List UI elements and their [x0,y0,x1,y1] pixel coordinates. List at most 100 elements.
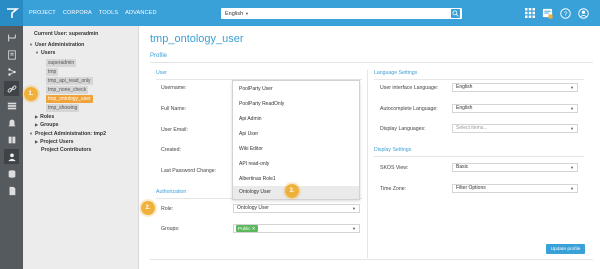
language-select[interactable]: English ▼ [221,8,462,19]
chevron-down-icon: ▼ [570,106,574,111]
tree-label: Project Users [40,139,74,145]
role-option-wiki-editor[interactable]: Wiki Editor [233,143,359,156]
section-divider [374,156,584,157]
full-name-label: Full Name: [161,106,187,112]
bell-icon[interactable] [4,115,19,130]
chevron-down-icon: ▼ [570,186,574,191]
role-value: Ontology User [237,205,269,211]
role-option-api-read-only[interactable]: API read-only [233,158,359,171]
list-icon[interactable] [4,98,19,113]
role-option-poolparty-user[interactable]: PoolParty User [233,83,359,96]
chevron-right-icon: ▶ [35,114,39,119]
time-zone-value: Filter Options [456,185,486,191]
time-zone-label: Time Zone: [380,186,407,192]
tree-project-users[interactable]: ▶ Project Users [35,139,74,145]
role-options-dropdown: PoolParty User PoolParty ReadOnly Api Ad… [232,80,360,200]
docs-icon[interactable] [4,47,19,62]
nav-tools[interactable]: TOOLS [99,10,118,16]
ui-language-value: English [456,84,473,90]
chevron-down-icon: ▼ [29,42,33,47]
user-item-tmp-api-read-only[interactable]: tmp_api_read_only [46,77,93,85]
tree-groups[interactable]: ▶ Groups [35,122,59,128]
user-item-tmp[interactable]: tmp [46,68,59,76]
role-option-poolparty-readonly[interactable]: PoolParty ReadOnly [233,98,359,111]
top-nav: PROJECT CORPORA TOOLS ADVANCED [29,0,164,26]
nav-project[interactable]: PROJECT [29,10,56,16]
app-logo[interactable] [0,0,23,26]
step-badge-2: 2. [141,201,155,215]
database-icon[interactable] [4,166,19,181]
autocomplete-language-select[interactable]: English ▼ [452,104,578,113]
display-languages-select[interactable]: Select items... ▼ [452,124,578,133]
remove-tag-icon[interactable]: ✕ [252,226,256,231]
groups-select[interactable]: Public ✕ ▼ [233,224,360,233]
group-tag-label: Public [238,226,251,231]
tab-profile[interactable]: Profile [150,53,167,59]
chevron-right-icon: ▶ [35,139,39,144]
role-label: Role: [161,206,174,212]
time-zone-select[interactable]: Filter Options ▼ [452,184,578,193]
left-icon-rail [0,26,23,269]
chevron-down-icon: ▼ [352,226,356,231]
tree-label: User Administration [34,42,85,48]
role-option-api-admin[interactable]: Api Admin [233,113,359,126]
chevron-down-icon: ▼ [245,11,250,16]
groups-label: Groups: [161,226,180,232]
graph-icon[interactable] [4,64,19,79]
tree-user-administration[interactable]: ▼ User Administration [29,42,84,48]
group-tag-public[interactable]: Public ✕ [236,225,258,232]
tree-project-administration[interactable]: ▼ Project Administration: tmp2 [29,131,106,137]
users-icon[interactable] [4,149,19,164]
top-icons: ? [518,5,590,21]
chevron-down-icon: ▼ [29,131,33,136]
tree-label: Groups [40,122,59,128]
chevron-down-icon: ▼ [570,85,574,90]
language-settings-title: Language Settings [374,70,418,76]
skos-view-select[interactable]: Basic ▼ [452,163,578,172]
notification-icon[interactable] [541,7,554,20]
user-section-title: User [156,70,167,76]
tree-roles[interactable]: ▶ Roles [35,114,54,120]
nav-advanced[interactable]: ADVANCED [125,10,156,16]
update-profile-button[interactable]: Update profile [546,244,585,254]
user-item-tmp-ontology-user[interactable]: tmp_ontology_user [46,95,93,103]
flow-icon[interactable] [4,30,19,45]
document-icon[interactable] [4,183,19,198]
language-value: English [225,10,244,17]
book-icon[interactable] [4,132,19,147]
user-item-tmp-showing[interactable]: tmp_showing [46,104,80,112]
admin-tree-panel: Current User: superadmin ▼ User Administr… [23,26,139,269]
ui-language-select[interactable]: English ▼ [452,83,578,92]
created-label: Created: [161,147,181,153]
tree-users[interactable]: ▼ Users [35,50,55,56]
page-title: tmp_ontology_user [150,33,244,45]
grid-icon[interactable] [523,7,536,20]
step-badge-3: 3. [285,184,299,198]
search-icon[interactable] [451,9,460,18]
user-icon[interactable] [577,7,590,20]
nav-corpora[interactable]: CORPORA [63,10,92,16]
footer-divider [150,259,593,260]
link-icon[interactable] [4,81,19,96]
logo-icon [6,8,19,18]
authorization-section-title: Authorization [156,189,187,195]
user-item-tmp-none-check[interactable]: tmp_none_check [46,86,89,94]
role-option-api-user[interactable]: Api User [233,128,359,141]
section-divider [374,79,584,80]
display-settings-title: Display Settings [374,147,412,153]
tree-label: Roles [40,114,55,120]
display-languages-label: Display Languages: [380,126,426,132]
user-item-superadmin[interactable]: superadmin [46,59,77,67]
tree-project-contributors[interactable]: Project Contributors [41,147,91,153]
top-bar: PROJECT CORPORA TOOLS ADVANCED English ▼… [0,0,600,26]
role-select[interactable]: Ontology User ▼ [233,204,360,213]
role-option-albertinas-role1[interactable]: Albertinas Role1 [233,173,359,186]
autocomplete-language-label: Autocomplete Language: [380,106,438,112]
tree-label: Users [40,50,56,56]
column-divider [367,70,368,258]
skos-view-value: Basic [456,164,469,170]
chevron-down-icon: ▼ [35,50,39,55]
main-content: tmp_ontology_user Profile User Username:… [140,26,600,269]
help-icon[interactable]: ? [559,7,572,20]
email-label: User Email: [161,127,188,133]
